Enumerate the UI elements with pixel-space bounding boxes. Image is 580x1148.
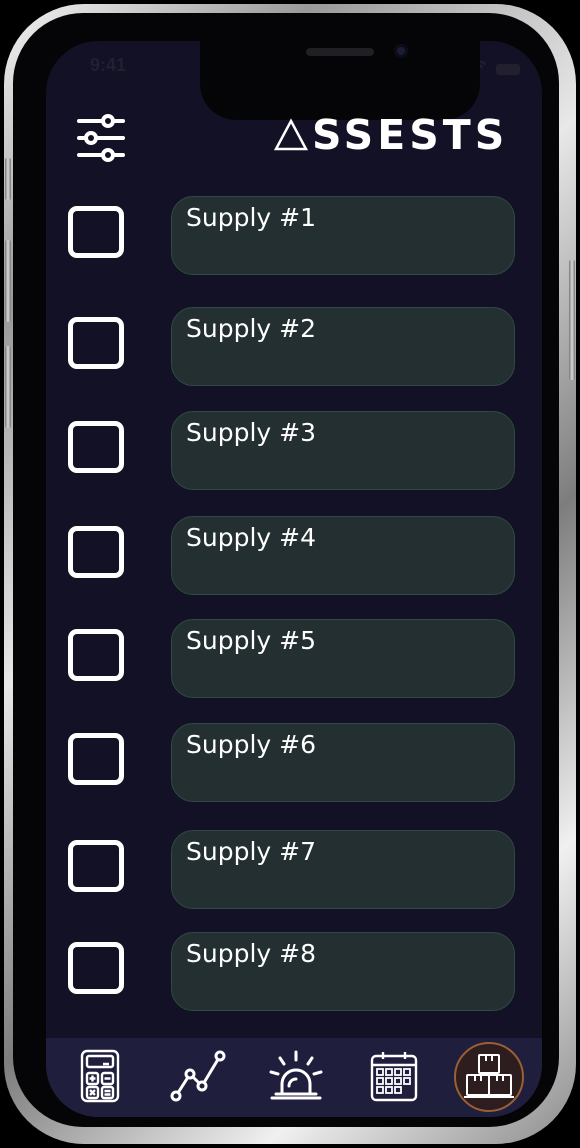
supply-checkbox[interactable] xyxy=(68,421,124,473)
battery-icon xyxy=(496,64,520,75)
supply-label: Supply #6 xyxy=(186,730,316,759)
tab-alerts[interactable] xyxy=(268,1048,324,1104)
supply-checkbox[interactable] xyxy=(68,526,124,578)
app-screen: 9:41 SSESTS Supply #1 Supply #2 Supply #3 S… xyxy=(46,41,542,1117)
page-title: SSESTS xyxy=(274,111,508,159)
supply-label: Supply #8 xyxy=(186,939,316,968)
tab-calendar[interactable] xyxy=(366,1048,422,1104)
boxes-icon xyxy=(464,1054,514,1098)
supply-field[interactable]: Supply #6 xyxy=(171,723,515,802)
trend-line-icon xyxy=(170,1050,226,1102)
supply-field[interactable]: Supply #7 xyxy=(171,830,515,909)
status-time: 9:41 xyxy=(90,55,127,75)
supply-checkbox[interactable] xyxy=(68,733,124,785)
supply-field[interactable]: Supply #4 xyxy=(171,516,515,595)
supply-field[interactable]: Supply #1 xyxy=(171,196,515,275)
tab-calculator[interactable] xyxy=(72,1048,128,1104)
bottom-tab-bar xyxy=(46,1038,542,1117)
supply-label: Supply #2 xyxy=(186,314,316,343)
tab-analytics[interactable] xyxy=(170,1048,226,1104)
supply-label: Supply #7 xyxy=(186,837,316,866)
supply-label: Supply #3 xyxy=(186,418,316,447)
notch xyxy=(200,41,480,120)
siren-icon xyxy=(269,1050,323,1100)
supply-checkbox[interactable] xyxy=(68,317,124,369)
title-triangle-glyph xyxy=(274,118,308,151)
supply-label: Supply #4 xyxy=(186,523,316,552)
supply-checkbox[interactable] xyxy=(68,942,124,994)
front-camera xyxy=(394,44,408,58)
sliders-icon xyxy=(77,114,125,162)
filter-button[interactable] xyxy=(74,111,128,165)
tab-assets[interactable] xyxy=(454,1042,524,1112)
side-button xyxy=(5,158,11,200)
supply-checkbox[interactable] xyxy=(68,840,124,892)
supply-field[interactable]: Supply #5 xyxy=(171,619,515,698)
side-button xyxy=(5,346,11,428)
supply-checkbox[interactable] xyxy=(68,206,124,258)
calendar-icon xyxy=(370,1052,418,1102)
supply-field[interactable]: Supply #3 xyxy=(171,411,515,490)
supply-field[interactable]: Supply #8 xyxy=(171,932,515,1011)
page-title-text: SSESTS xyxy=(312,111,509,159)
side-button xyxy=(5,240,11,322)
calculator-icon xyxy=(80,1049,120,1103)
supply-label: Supply #5 xyxy=(186,626,316,655)
supply-field[interactable]: Supply #2 xyxy=(171,307,515,386)
side-button xyxy=(569,260,575,380)
supply-label: Supply #1 xyxy=(186,203,316,232)
supply-checkbox[interactable] xyxy=(68,629,124,681)
speaker xyxy=(306,48,374,56)
